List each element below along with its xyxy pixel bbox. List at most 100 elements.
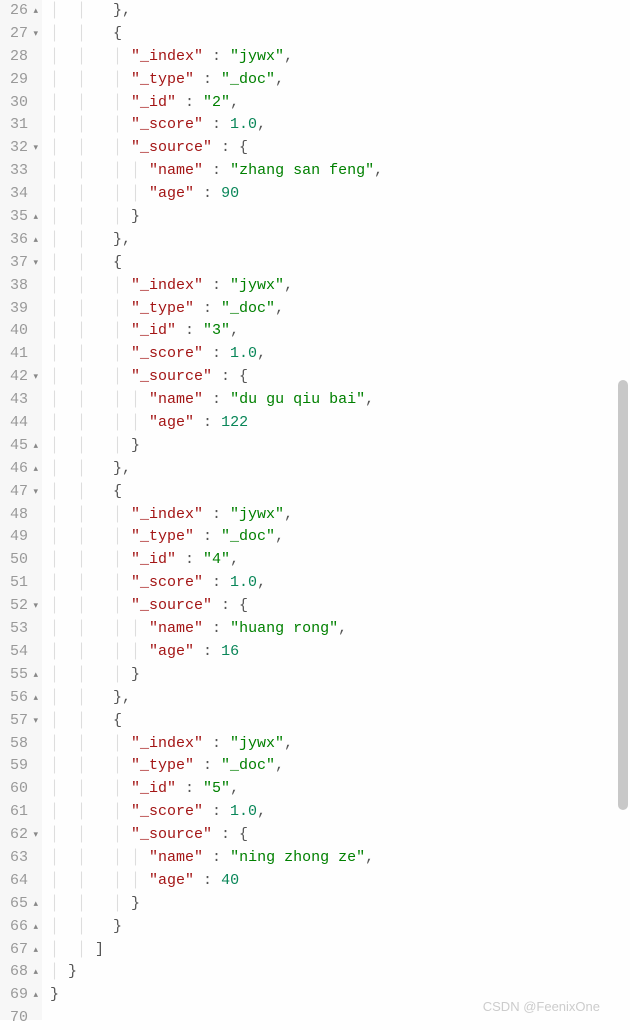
- fold-marker-icon[interactable]: ▴: [30, 916, 38, 939]
- line-number: 69▴: [8, 984, 38, 1007]
- code-line[interactable]: │ │ │ "_type" : "_doc",: [50, 298, 630, 321]
- fold-marker-icon[interactable]: ▴: [30, 939, 38, 962]
- code-line[interactable]: │ │ │ "_id" : "2",: [50, 92, 630, 115]
- code-line[interactable]: │ │ {: [50, 23, 630, 46]
- line-number: 29: [8, 69, 38, 92]
- line-number: 47▾: [8, 481, 38, 504]
- line-number: 61: [8, 801, 38, 824]
- fold-marker-icon[interactable]: ▾: [30, 137, 38, 160]
- fold-marker-icon[interactable]: ▴: [30, 893, 38, 916]
- code-line[interactable]: │ │ {: [50, 481, 630, 504]
- code-line[interactable]: │ │ │ "_type" : "_doc",: [50, 755, 630, 778]
- line-number: 70: [8, 1007, 38, 1030]
- code-line[interactable]: │ │ │ "_source" : {: [50, 137, 630, 160]
- code-line[interactable]: │ │ │ "_score" : 1.0,: [50, 114, 630, 137]
- code-line[interactable]: │ │ │ │ "name" : "ning zhong ze",: [50, 847, 630, 870]
- code-line[interactable]: │ │ },: [50, 458, 630, 481]
- line-number: 26▴: [8, 0, 38, 23]
- line-number: 37▾: [8, 252, 38, 275]
- fold-marker-icon[interactable]: ▴: [30, 0, 38, 23]
- line-number: 38: [8, 275, 38, 298]
- code-line[interactable]: │ │ │ }: [50, 435, 630, 458]
- code-line[interactable]: │ │ │ }: [50, 664, 630, 687]
- code-line[interactable]: │ │ │ "_index" : "jywx",: [50, 733, 630, 756]
- fold-marker-icon[interactable]: ▾: [30, 481, 38, 504]
- fold-marker-icon[interactable]: ▴: [30, 458, 38, 481]
- line-number: 50: [8, 549, 38, 572]
- line-number: 63: [8, 847, 38, 870]
- line-number: 67▴: [8, 939, 38, 962]
- code-line[interactable]: │ │ │ "_id" : "4",: [50, 549, 630, 572]
- line-number: 34: [8, 183, 38, 206]
- code-editor-content[interactable]: │ │ },│ │ {│ │ │ "_index" : "jywx",│ │ │…: [42, 0, 630, 1020]
- code-line[interactable]: │ │ │ │ "age" : 122: [50, 412, 630, 435]
- code-line[interactable]: │ │ │ "_index" : "jywx",: [50, 504, 630, 527]
- code-line[interactable]: │ │ │ }: [50, 206, 630, 229]
- code-line[interactable]: │ │ {: [50, 710, 630, 733]
- line-number: 30: [8, 92, 38, 115]
- code-line[interactable]: │ │ │ "_source" : {: [50, 824, 630, 847]
- line-number: 58: [8, 733, 38, 756]
- fold-marker-icon[interactable]: ▾: [30, 252, 38, 275]
- fold-marker-icon[interactable]: ▾: [30, 824, 38, 847]
- code-line[interactable]: │ │ │ "_type" : "_doc",: [50, 69, 630, 92]
- code-line[interactable]: │ │ {: [50, 252, 630, 275]
- line-number: 32▾: [8, 137, 38, 160]
- line-number: 57▾: [8, 710, 38, 733]
- line-number: 43: [8, 389, 38, 412]
- code-line[interactable]: │ │ │ "_score" : 1.0,: [50, 801, 630, 824]
- code-line[interactable]: │ }: [50, 961, 630, 984]
- line-number: 60: [8, 778, 38, 801]
- fold-marker-icon[interactable]: ▾: [30, 23, 38, 46]
- code-line[interactable]: │ │ │ "_score" : 1.0,: [50, 343, 630, 366]
- code-line[interactable]: │ │ │ "_id" : "5",: [50, 778, 630, 801]
- line-number: 68▴: [8, 961, 38, 984]
- line-number: 39: [8, 298, 38, 321]
- code-line[interactable]: │ │ },: [50, 0, 630, 23]
- code-line[interactable]: │ │ │ "_id" : "3",: [50, 320, 630, 343]
- line-number: 48: [8, 504, 38, 527]
- code-line[interactable]: │ │ },: [50, 229, 630, 252]
- code-line[interactable]: │ │ │ │ "name" : "huang rong",: [50, 618, 630, 641]
- line-number: 46▴: [8, 458, 38, 481]
- code-line[interactable]: │ │ │ "_score" : 1.0,: [50, 572, 630, 595]
- line-number: 45▴: [8, 435, 38, 458]
- fold-marker-icon[interactable]: ▴: [30, 984, 38, 1007]
- vertical-scrollbar[interactable]: [618, 380, 628, 810]
- fold-marker-icon[interactable]: ▴: [30, 687, 38, 710]
- code-line[interactable]: │ │ │ "_source" : {: [50, 595, 630, 618]
- code-line[interactable]: │ │ ]: [50, 939, 630, 962]
- line-number: 52▾: [8, 595, 38, 618]
- code-line[interactable]: │ │ },: [50, 687, 630, 710]
- line-number: 55▴: [8, 664, 38, 687]
- fold-marker-icon[interactable]: ▾: [30, 595, 38, 618]
- fold-marker-icon[interactable]: ▴: [30, 435, 38, 458]
- code-line[interactable]: │ │ │ │ "age" : 90: [50, 183, 630, 206]
- fold-marker-icon[interactable]: ▾: [30, 366, 38, 389]
- line-number: 62▾: [8, 824, 38, 847]
- code-line[interactable]: │ │ │ "_source" : {: [50, 366, 630, 389]
- fold-marker-icon[interactable]: ▴: [30, 961, 38, 984]
- line-number: 49: [8, 526, 38, 549]
- line-number: 33: [8, 160, 38, 183]
- code-line[interactable]: │ │ │ "_index" : "jywx",: [50, 275, 630, 298]
- code-line[interactable]: │ │ │ │ "name" : "zhang san feng",: [50, 160, 630, 183]
- code-line[interactable]: │ │ │ │ "age" : 16: [50, 641, 630, 664]
- fold-marker-icon[interactable]: ▴: [30, 206, 38, 229]
- fold-marker-icon[interactable]: ▾: [30, 710, 38, 733]
- code-line[interactable]: │ │ │ }: [50, 893, 630, 916]
- code-line[interactable]: │ │ │ │ "age" : 40: [50, 870, 630, 893]
- fold-marker-icon[interactable]: ▴: [30, 664, 38, 687]
- code-line[interactable]: │ │ │ "_index" : "jywx",: [50, 46, 630, 69]
- fold-marker-icon[interactable]: ▴: [30, 229, 38, 252]
- line-number: 42▾: [8, 366, 38, 389]
- line-number: 31: [8, 114, 38, 137]
- line-number: 56▴: [8, 687, 38, 710]
- code-line[interactable]: │ │ │ │ "name" : "du gu qiu bai",: [50, 389, 630, 412]
- watermark-text: CSDN @FeenixOne: [483, 999, 600, 1014]
- line-number: 65▴: [8, 893, 38, 916]
- line-number-gutter: 26▴27▾2829303132▾333435▴36▴37▾3839404142…: [0, 0, 42, 1020]
- line-number: 41: [8, 343, 38, 366]
- code-line[interactable]: │ │ │ "_type" : "_doc",: [50, 526, 630, 549]
- code-line[interactable]: │ │ }: [50, 916, 630, 939]
